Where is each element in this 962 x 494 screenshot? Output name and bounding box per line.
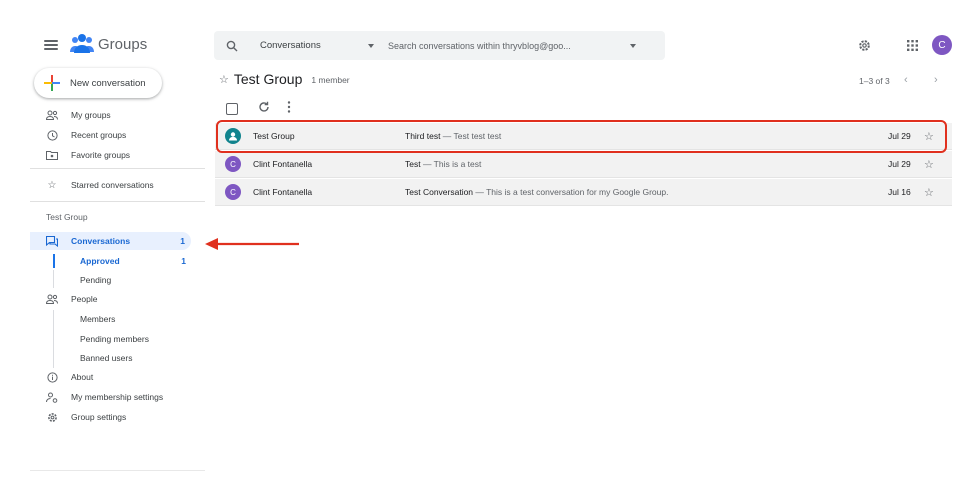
clock-icon xyxy=(46,129,58,141)
settings-gear-icon[interactable] xyxy=(857,38,871,52)
star-icon[interactable]: ☆ xyxy=(924,158,934,171)
pagination-text: 1–3 of 3 xyxy=(859,76,890,86)
search-input[interactable] xyxy=(388,40,626,51)
star-icon[interactable]: ☆ xyxy=(219,73,229,86)
sidebar-divider xyxy=(30,168,205,169)
more-vert-icon[interactable] xyxy=(282,100,296,114)
groups-logo-icon xyxy=(70,34,94,53)
chevron-down-icon[interactable] xyxy=(630,43,636,48)
people-icon xyxy=(46,293,58,305)
sidebar-item-membership-settings[interactable]: My membership settings xyxy=(46,389,163,405)
highlight-box-annotation xyxy=(216,120,947,153)
groups-logo[interactable]: Groups xyxy=(70,33,147,55)
conversation-date: Jul 29 xyxy=(888,159,911,169)
conversation-sender: Clint Fontanella xyxy=(253,159,313,169)
search-icon[interactable] xyxy=(214,40,250,52)
sidebar-item-label: About xyxy=(71,372,94,382)
sidebar-item-my-groups[interactable]: My groups xyxy=(46,107,111,123)
sidebar-item-banned-users[interactable]: Banned users xyxy=(80,351,132,365)
subject-text: Test xyxy=(405,159,421,169)
sidebar-item-group-settings[interactable]: Group settings xyxy=(46,409,126,425)
sidebar-item-members[interactable]: Members xyxy=(80,312,115,326)
conversation-date: Jul 16 xyxy=(888,187,911,197)
conversation-sender: Clint Fontanella xyxy=(253,187,313,197)
person-settings-icon xyxy=(46,391,58,403)
search-scope-dropdown[interactable]: Conversations xyxy=(260,40,368,51)
sidebar-item-pending-members[interactable]: Pending members xyxy=(80,332,149,346)
chevron-left-icon[interactable]: ‹ xyxy=(904,74,908,86)
sidebar-item-about[interactable]: About xyxy=(46,369,93,385)
group-header: ☆ Test Group 1 member xyxy=(219,71,350,87)
sidebar-item-label: Conversations xyxy=(71,236,131,246)
sidebar-item-label: Starred conversations xyxy=(71,180,154,190)
chevron-right-icon[interactable]: › xyxy=(934,74,938,86)
member-count[interactable]: 1 member xyxy=(311,75,349,85)
folder-star-icon xyxy=(46,149,58,161)
refresh-icon[interactable] xyxy=(257,100,271,114)
star-icon: ☆ xyxy=(47,179,57,191)
conversation-row[interactable]: C Clint Fontanella Test Conversation — T… xyxy=(215,179,952,206)
conversations-icon xyxy=(46,235,58,247)
sidebar-item-label: Approved xyxy=(80,256,120,266)
conversations-count: 1 xyxy=(180,236,185,246)
sidebar-item-label: People xyxy=(71,294,98,304)
sidebar-item-conversations[interactable]: Conversations 1 xyxy=(30,232,191,250)
snippet-text: — This is a test conversation for my Goo… xyxy=(473,187,669,197)
sidebar-item-pending[interactable]: Pending xyxy=(80,273,111,287)
app-name: Groups xyxy=(98,35,148,53)
subject-text: Test Conversation xyxy=(405,187,474,197)
sidebar-item-label: Banned users xyxy=(80,353,133,363)
gear-icon xyxy=(46,411,58,423)
account-avatar[interactable]: C xyxy=(932,35,952,55)
plus-icon xyxy=(44,75,60,91)
approved-indicator xyxy=(53,254,55,268)
sidebar-item-approved[interactable]: Approved 1 xyxy=(80,254,186,268)
sidebar-item-recent-groups[interactable]: Recent groups xyxy=(46,127,126,143)
sidebar-item-label: Favorite groups xyxy=(71,150,131,160)
search-bar: Conversations xyxy=(214,31,665,60)
new-conversation-button[interactable]: New conversation xyxy=(34,68,162,98)
sidebar-divider xyxy=(30,201,205,202)
user-avatar: C xyxy=(225,184,241,200)
info-icon xyxy=(46,371,58,383)
conversation-subject: Test Conversation — This is a test conve… xyxy=(405,187,668,197)
conversation-subject: Test — This is a test xyxy=(405,159,481,169)
apps-grid-icon[interactable] xyxy=(905,38,919,52)
chevron-down-icon[interactable] xyxy=(368,43,374,48)
people-icon xyxy=(46,109,58,121)
sidebar-footer-divider xyxy=(30,470,205,471)
sidebar-item-people[interactable]: People xyxy=(46,291,97,307)
conversation-row[interactable]: C Clint Fontanella Test — This is a test… xyxy=(215,151,952,178)
select-all-checkbox[interactable] xyxy=(226,103,238,115)
approved-count: 1 xyxy=(181,256,186,266)
tree-line xyxy=(53,310,54,368)
star-icon[interactable]: ☆ xyxy=(924,186,934,199)
new-conversation-label: New conversation xyxy=(70,77,146,89)
main-menu-icon[interactable] xyxy=(44,38,58,52)
sidebar-item-starred[interactable]: ☆ Starred conversations xyxy=(46,177,154,193)
group-section-title: Test Group xyxy=(46,212,88,222)
sidebar-item-favorite-groups[interactable]: Favorite groups xyxy=(46,147,130,163)
sidebar-item-label: Group settings xyxy=(71,412,127,422)
tree-line xyxy=(53,270,54,288)
page-title: Test Group xyxy=(233,71,303,87)
user-avatar: C xyxy=(225,156,241,172)
sidebar-item-label: My groups xyxy=(71,110,111,120)
sidebar-item-label: Pending xyxy=(80,275,112,285)
snippet-text: — This is a test xyxy=(420,159,482,169)
sidebar-item-label: Pending members xyxy=(80,334,149,344)
arrow-annotation-icon xyxy=(205,238,299,250)
sidebar-item-label: My membership settings xyxy=(71,392,164,402)
sidebar-item-label: Members xyxy=(80,314,116,324)
sidebar-item-label: Recent groups xyxy=(71,130,127,140)
